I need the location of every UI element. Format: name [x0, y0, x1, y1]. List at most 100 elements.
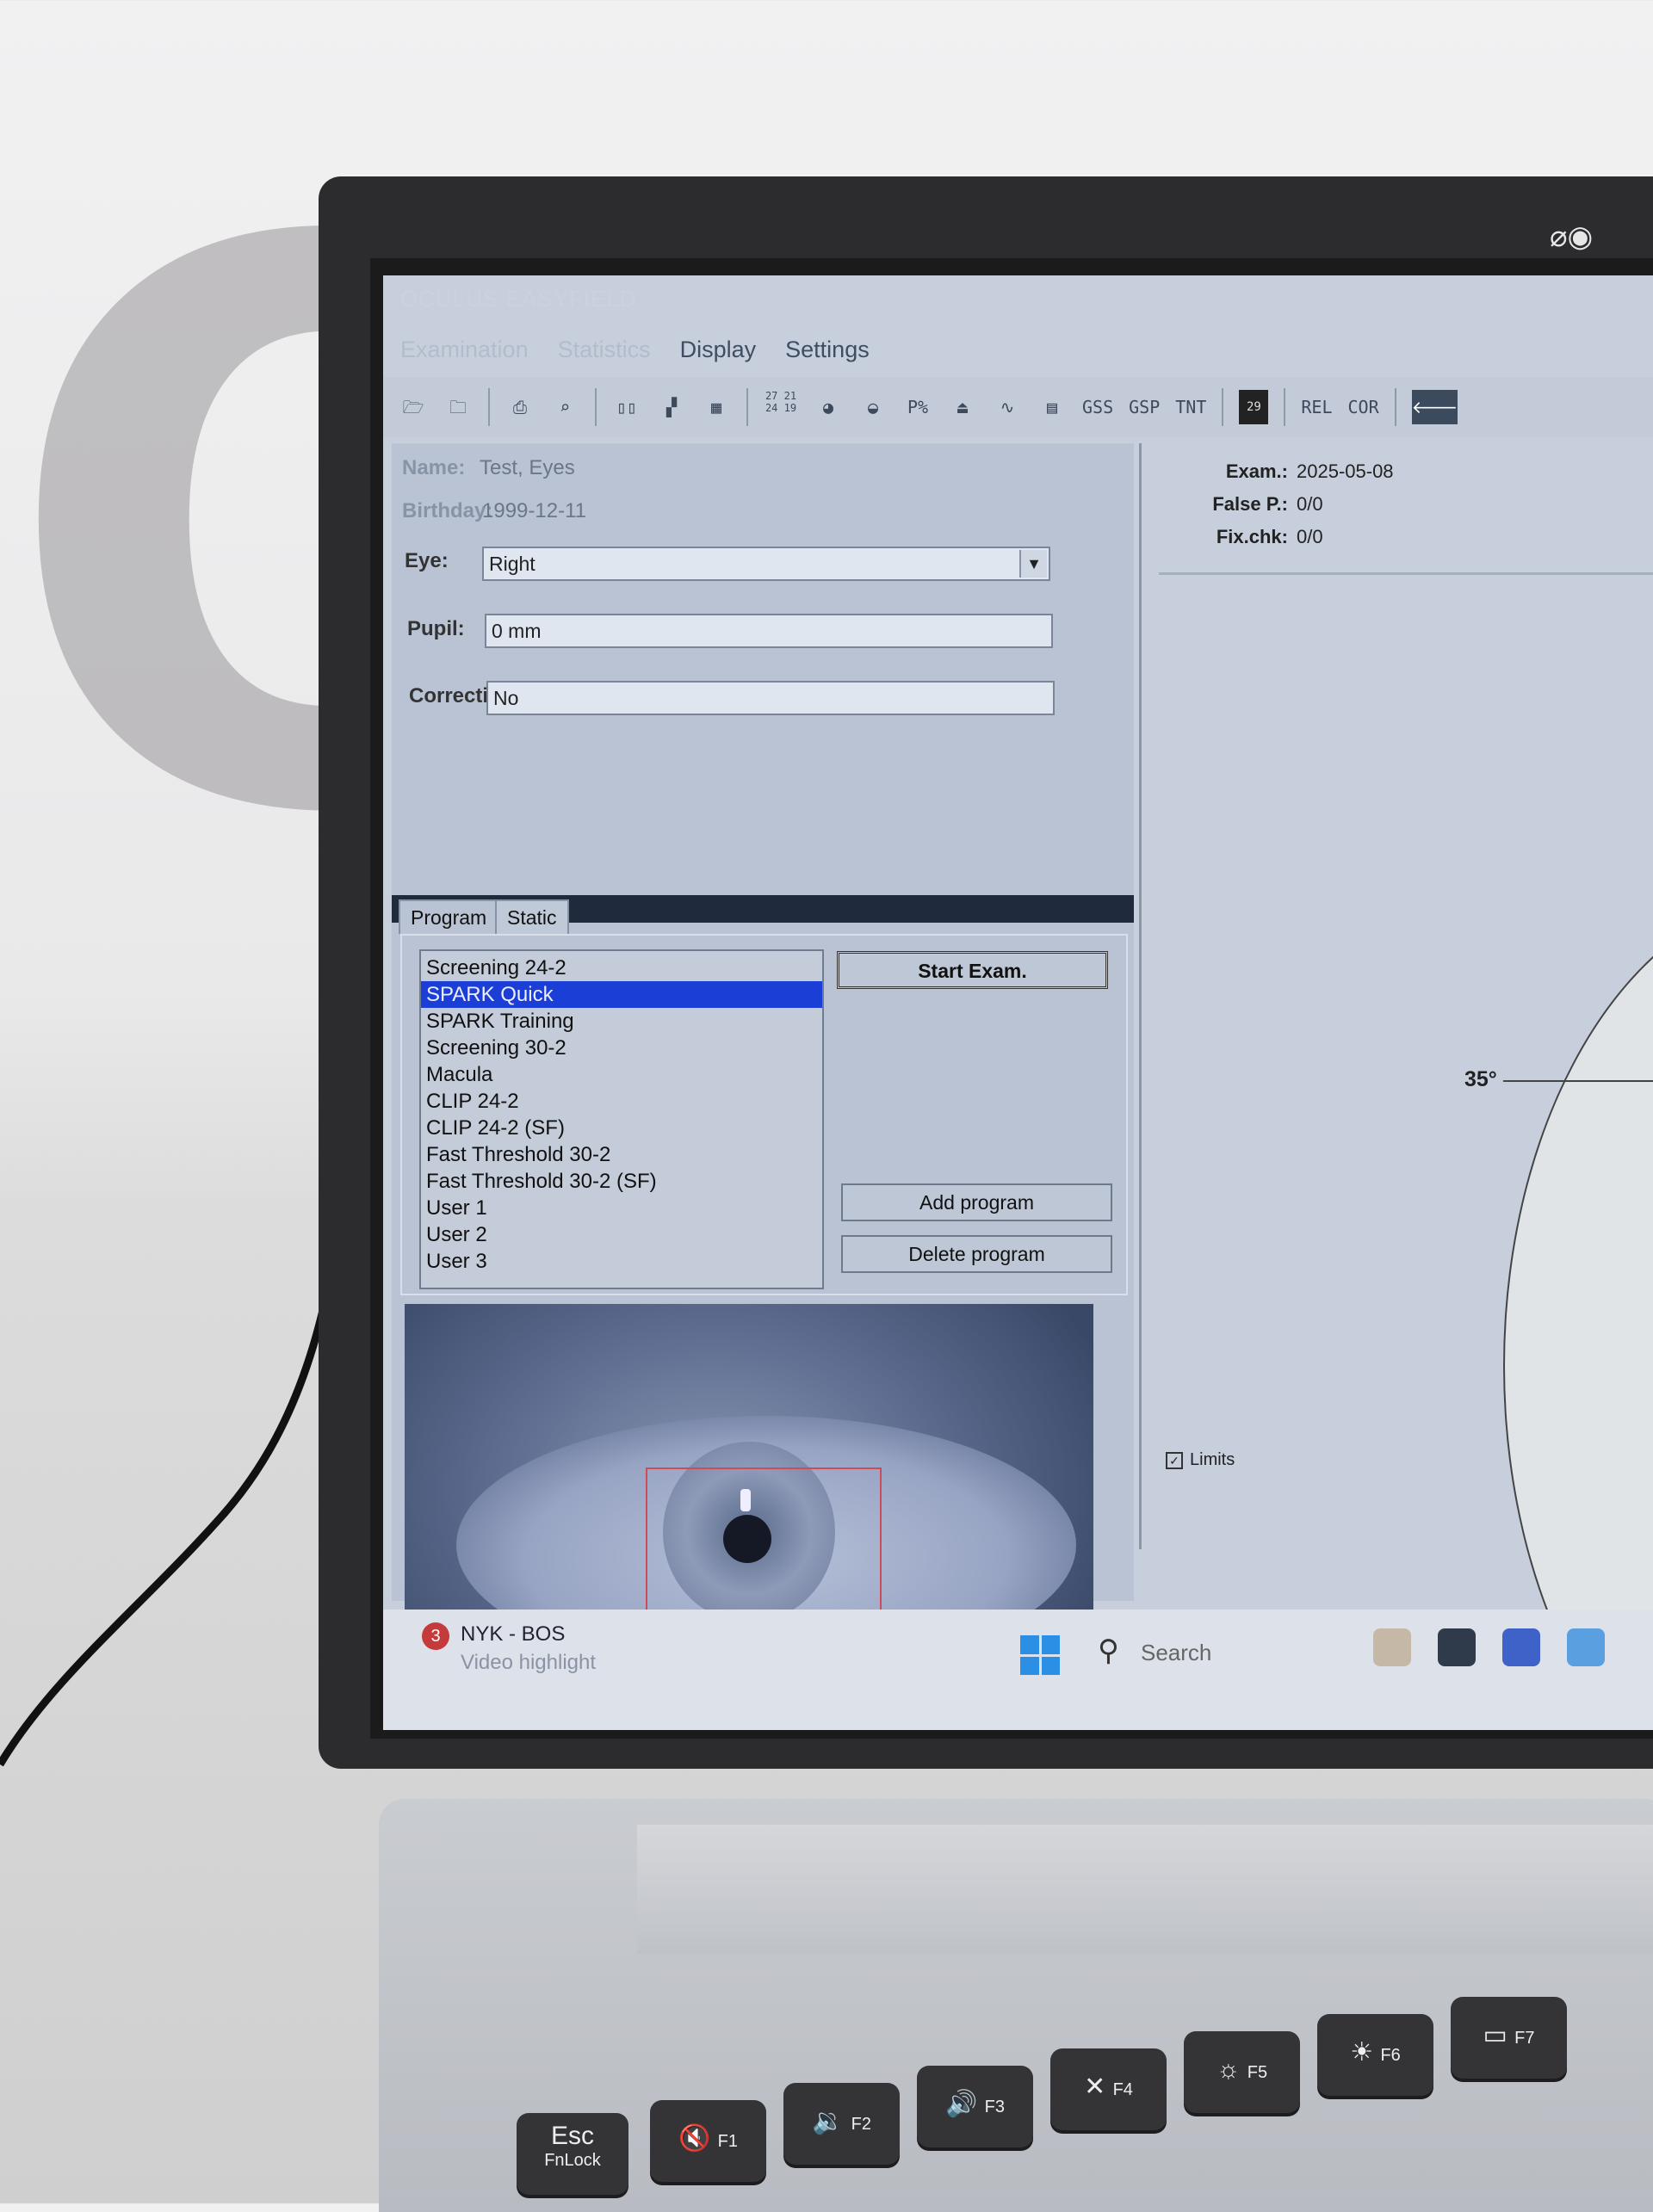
f1-label: F1	[717, 2132, 739, 2151]
split-view-icon[interactable]: ▯▯	[612, 390, 641, 424]
exam-label: Exam.:	[1225, 460, 1288, 482]
app-icon-meet[interactable]	[1502, 1628, 1540, 1666]
app-title: OCULUS EASYFIELD	[400, 286, 637, 312]
list-item-selected[interactable]: SPARK Quick	[421, 981, 822, 1008]
f5-key[interactable]: ☼ F5	[1184, 2031, 1300, 2113]
limits-label: Limits	[1190, 1450, 1235, 1469]
eye-label: Eye:	[405, 549, 449, 572]
f1-key[interactable]: 🔇 F1	[650, 2100, 766, 2182]
divider	[1159, 572, 1653, 575]
birthday-label: Birthday:	[402, 499, 493, 522]
laptop-hinge	[637, 1825, 1653, 1954]
checkbox-checked-icon[interactable]: ✓	[1166, 1451, 1183, 1469]
start-exam-button[interactable]: Start Exam.	[837, 951, 1108, 989]
app-icon-copilot[interactable]	[1567, 1628, 1605, 1666]
horizontal-axis	[1503, 1080, 1653, 1082]
curve-icon[interactable]: ∿	[993, 390, 1022, 424]
menu-display[interactable]: Display	[680, 337, 757, 363]
list-item[interactable]: Macula	[421, 1061, 822, 1088]
f4-key[interactable]: ✕ F4	[1050, 2048, 1167, 2130]
open-folder-icon[interactable]: 🗁	[399, 390, 428, 424]
list-item[interactable]: User 2	[421, 1221, 822, 1248]
grid-view-icon[interactable]: ▦	[702, 390, 731, 424]
chevron-down-icon[interactable]: ▼	[1019, 550, 1047, 578]
webcam-privacy-icon: ⌀◉	[1550, 219, 1594, 254]
program-area: Screening 24-2 SPARK Quick SPARK Trainin…	[400, 934, 1128, 1295]
false-positive-value: 0/0	[1297, 493, 1323, 515]
notification-badge[interactable]: 3	[422, 1622, 449, 1650]
delete-program-button[interactable]: Delete program	[841, 1235, 1112, 1273]
list-item[interactable]: CLIP 24-2 (SF)	[421, 1115, 822, 1141]
esc-key[interactable]: Esc FnLock	[517, 2113, 628, 2195]
list-item[interactable]: Screening 30-2	[421, 1035, 822, 1061]
birthday-value: 1999-12-11	[482, 499, 586, 522]
widget-subtitle: Video highlight	[461, 1651, 597, 1674]
f3-key[interactable]: 🔊 F3	[917, 2066, 1033, 2147]
f2-label: F2	[851, 2115, 872, 2134]
app-icon-animal[interactable]	[1373, 1628, 1411, 1666]
rel-button[interactable]: REL	[1301, 390, 1332, 424]
f7-key[interactable]: ▭ F7	[1451, 1997, 1567, 2079]
numeric-values-button[interactable]: 27 21 24 19	[764, 390, 798, 424]
f2-key[interactable]: 🔉 F2	[783, 2083, 900, 2165]
screen: OCULUS EASYFIELD Examination Statistics …	[383, 275, 1653, 1730]
list-item[interactable]: Screening 24-2	[421, 955, 822, 981]
list-item[interactable]: User 1	[421, 1195, 822, 1221]
save-folder-icon[interactable]: 🗀	[443, 390, 473, 424]
pupil-label: Pupil:	[407, 617, 465, 640]
pupil-tracking-box	[646, 1467, 882, 1630]
p-percent-button[interactable]: P%	[903, 390, 932, 424]
menu-bar: Examination Statistics Display Settings	[383, 327, 1653, 372]
toolbar-separator	[595, 388, 597, 426]
menu-statistics[interactable]: Statistics	[558, 337, 651, 363]
esc-label: Esc	[550, 2122, 594, 2150]
taskbar-search[interactable]: Search	[1141, 1640, 1211, 1666]
gss-button[interactable]: GSS	[1082, 390, 1113, 424]
list-item[interactable]: SPARK Training	[421, 1008, 822, 1035]
program-list[interactable]: Screening 24-2 SPARK Quick SPARK Trainin…	[419, 949, 824, 1289]
fixation-check-value: 0/0	[1297, 526, 1323, 547]
hill-of-vision-icon[interactable]: ⏏	[948, 390, 977, 424]
visual-field-plot	[1503, 891, 1653, 1730]
dark-toggle-button[interactable]: 29	[1239, 390, 1269, 424]
f6-label: F6	[1380, 2046, 1401, 2065]
menu-examination[interactable]: Examination	[400, 337, 529, 363]
list-item[interactable]: Fast Threshold 30-2	[421, 1141, 822, 1168]
eye-dropdown[interactable]: Right ▼	[482, 547, 1050, 581]
list-item[interactable]: Fast Threshold 30-2 (SF)	[421, 1168, 822, 1195]
widget-title[interactable]: NYK - BOS	[461, 1622, 565, 1647]
print-icon[interactable]: ⎙	[505, 390, 535, 424]
add-program-button[interactable]: Add program	[841, 1183, 1112, 1221]
greyscale-icon[interactable]: ◕	[814, 390, 843, 424]
false-positive-label: False P.:	[1212, 493, 1288, 515]
cor-button[interactable]: COR	[1348, 390, 1379, 424]
report-icon[interactable]: ▤	[1037, 390, 1067, 424]
fixation-check-label: Fix.chk:	[1216, 526, 1288, 547]
f6-key[interactable]: ☀ F6	[1317, 2014, 1433, 2096]
gsp-button[interactable]: GSP	[1129, 390, 1160, 424]
list-item[interactable]: CLIP 24-2	[421, 1088, 822, 1115]
tnt-button[interactable]: TNT	[1175, 390, 1206, 424]
back-arrow-icon[interactable]: 🡐	[1411, 390, 1458, 424]
probability-map-icon[interactable]: ◒	[858, 390, 888, 424]
toolbar-separator	[1394, 388, 1396, 426]
windows-start-icon[interactable]	[1020, 1635, 1060, 1675]
tab-static[interactable]: Static	[495, 899, 569, 934]
pupil-input[interactable]: 0 mm	[485, 614, 1053, 648]
correction-input[interactable]: No	[486, 681, 1055, 715]
list-item[interactable]: User 3	[421, 1248, 822, 1275]
menu-settings[interactable]: Settings	[785, 337, 870, 363]
limits-checkbox[interactable]: ✓ Limits	[1166, 1450, 1235, 1470]
tab-program[interactable]: Program	[399, 899, 499, 934]
stack-view-icon[interactable]: ▞	[657, 390, 686, 424]
f7-label: F7	[1514, 2029, 1535, 2048]
app-icon-files[interactable]	[1438, 1628, 1476, 1666]
degree-label: 35°	[1464, 1067, 1497, 1091]
toolbar-separator	[746, 388, 748, 426]
f5-label: F5	[1247, 2063, 1268, 2082]
toolbar-separator	[1284, 388, 1286, 426]
print-preview-icon[interactable]: ⌕	[550, 390, 579, 424]
exam-date: 2025-05-08	[1297, 460, 1394, 482]
search-icon[interactable]: ⚲	[1098, 1634, 1119, 1668]
name-label: Name:	[402, 456, 466, 479]
